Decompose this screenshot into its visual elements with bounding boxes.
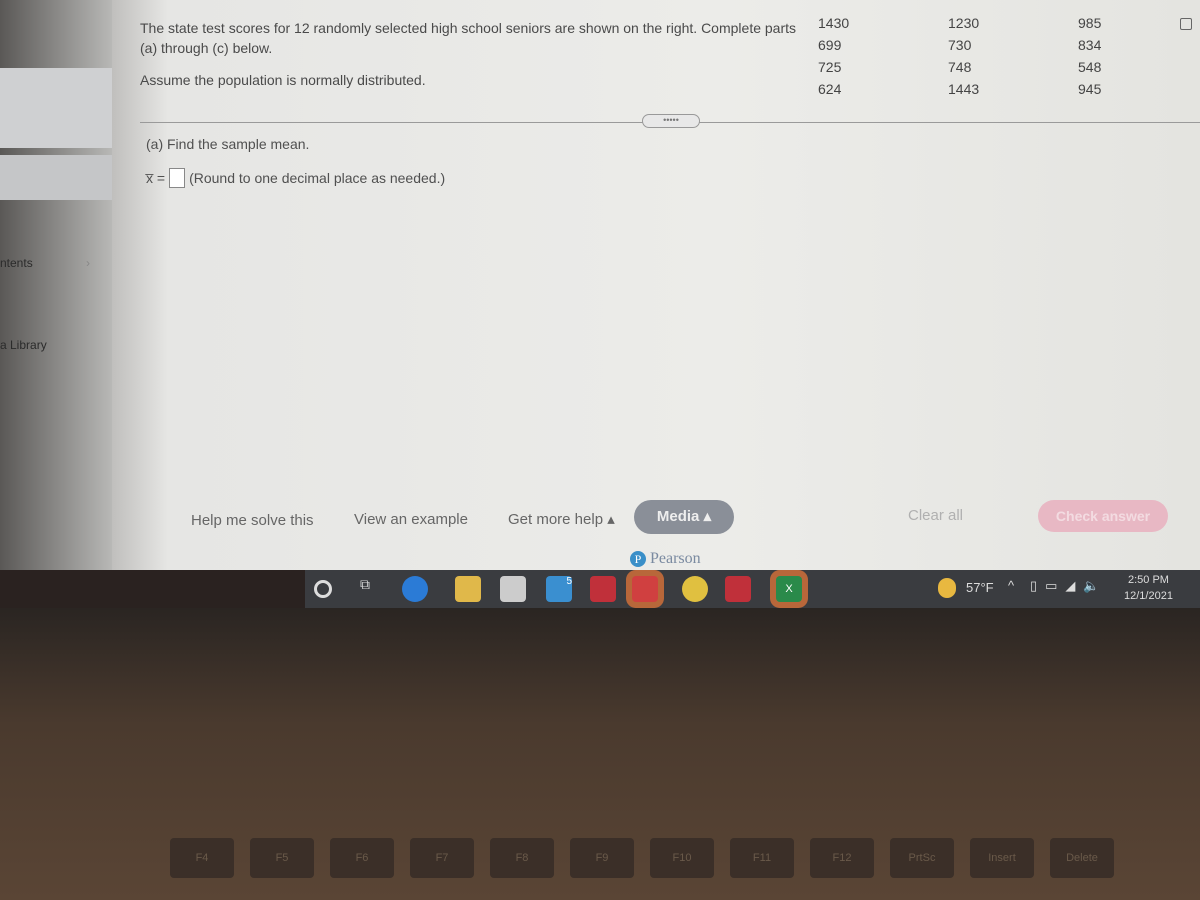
help-me-solve-button[interactable]: Help me solve this: [191, 512, 314, 529]
date: 12/1/2021: [1124, 590, 1173, 602]
question-text: The state test scores for 12 randomly se…: [140, 20, 797, 56]
sidebar-item-library[interactable]: a Library: [0, 338, 47, 352]
tray-chevron-icon[interactable]: ^: [1008, 578, 1014, 593]
part-a-prompt: (a) Find the sample mean.: [146, 136, 310, 152]
resize-handle[interactable]: •••••: [642, 114, 700, 128]
answer-row: x̅ = (Round to one decimal place as need…: [146, 168, 445, 188]
copy-data-icon[interactable]: [1180, 18, 1192, 30]
tray-icons[interactable]: ▯▭◢🔈: [1030, 578, 1108, 594]
store-icon[interactable]: [500, 576, 526, 602]
edge-icon[interactable]: [402, 576, 428, 602]
check-answer-button[interactable]: Check answer: [1038, 500, 1168, 532]
key: Insert: [970, 838, 1034, 878]
file-explorer-icon[interactable]: [455, 576, 481, 602]
score: 834: [1078, 37, 1102, 53]
key: F8: [490, 838, 554, 878]
key: Delete: [1050, 838, 1114, 878]
screen: ntents › a Library The state test scores…: [0, 0, 1200, 570]
pearson-p-icon: P: [630, 551, 646, 567]
media-button[interactable]: Media ▴: [634, 500, 734, 534]
key: PrtSc: [890, 838, 954, 878]
sidebar-item-contents[interactable]: ntents: [0, 256, 33, 270]
weather-temp[interactable]: 57°F: [966, 580, 994, 595]
task-view-icon[interactable]: ⧉: [360, 576, 386, 602]
score: 1230: [948, 15, 980, 31]
sidebar-highlight: [0, 155, 112, 200]
key: F10: [650, 838, 714, 878]
chrome-icon[interactable]: [682, 576, 708, 602]
key: F12: [810, 838, 874, 878]
score: 748: [948, 59, 972, 75]
key: F9: [570, 838, 634, 878]
clear-all-button[interactable]: Clear all: [908, 507, 963, 524]
key: F4: [170, 838, 234, 878]
mcafee-icon[interactable]: [632, 576, 658, 602]
key: F7: [410, 838, 474, 878]
view-example-button[interactable]: View an example: [354, 511, 468, 528]
clock[interactable]: 2:50 PM 12/1/2021: [1124, 572, 1173, 604]
question-panel: The state test scores for 12 randomly se…: [140, 18, 800, 90]
scores-column-1: 1430 699 725 624: [818, 12, 849, 100]
score: 624: [818, 81, 842, 97]
score: 1443: [948, 81, 980, 97]
answer-label: x̅ =: [146, 170, 166, 186]
sample-mean-input[interactable]: [169, 168, 186, 188]
brand-name: Pearson: [650, 550, 701, 567]
score: 699: [818, 37, 842, 53]
rounding-hint: (Round to one decimal place as needed.): [189, 170, 446, 186]
excel-icon[interactable]: X: [776, 576, 802, 602]
score: 945: [1078, 81, 1102, 97]
weather-icon: [938, 578, 956, 598]
score: 730: [948, 37, 972, 53]
chevron-right-icon[interactable]: ›: [86, 256, 90, 270]
assumption-text: Assume the population is normally distri…: [140, 72, 426, 88]
score: 548: [1078, 59, 1102, 75]
mcafee-icon[interactable]: [590, 576, 616, 602]
time: 2:50 PM: [1127, 574, 1169, 586]
sidebar: ntents › a Library: [0, 0, 112, 570]
key: F6: [330, 838, 394, 878]
score: 1430: [818, 15, 850, 31]
pearson-logo: P Pearson: [630, 550, 701, 568]
score: 725: [818, 59, 842, 75]
key: F11: [730, 838, 794, 878]
scores-column-3: 985 834 548 945: [1078, 12, 1101, 100]
mcafee-icon[interactable]: [725, 576, 751, 602]
get-more-help-button[interactable]: Get more help ▴: [508, 510, 615, 528]
search-icon[interactable]: [314, 580, 332, 598]
key: F5: [250, 838, 314, 878]
mail-icon[interactable]: 5: [546, 576, 572, 602]
sidebar-highlight: [0, 68, 112, 148]
scores-column-2: 1230 730 748 1443: [948, 12, 979, 100]
score: 985: [1078, 15, 1102, 31]
